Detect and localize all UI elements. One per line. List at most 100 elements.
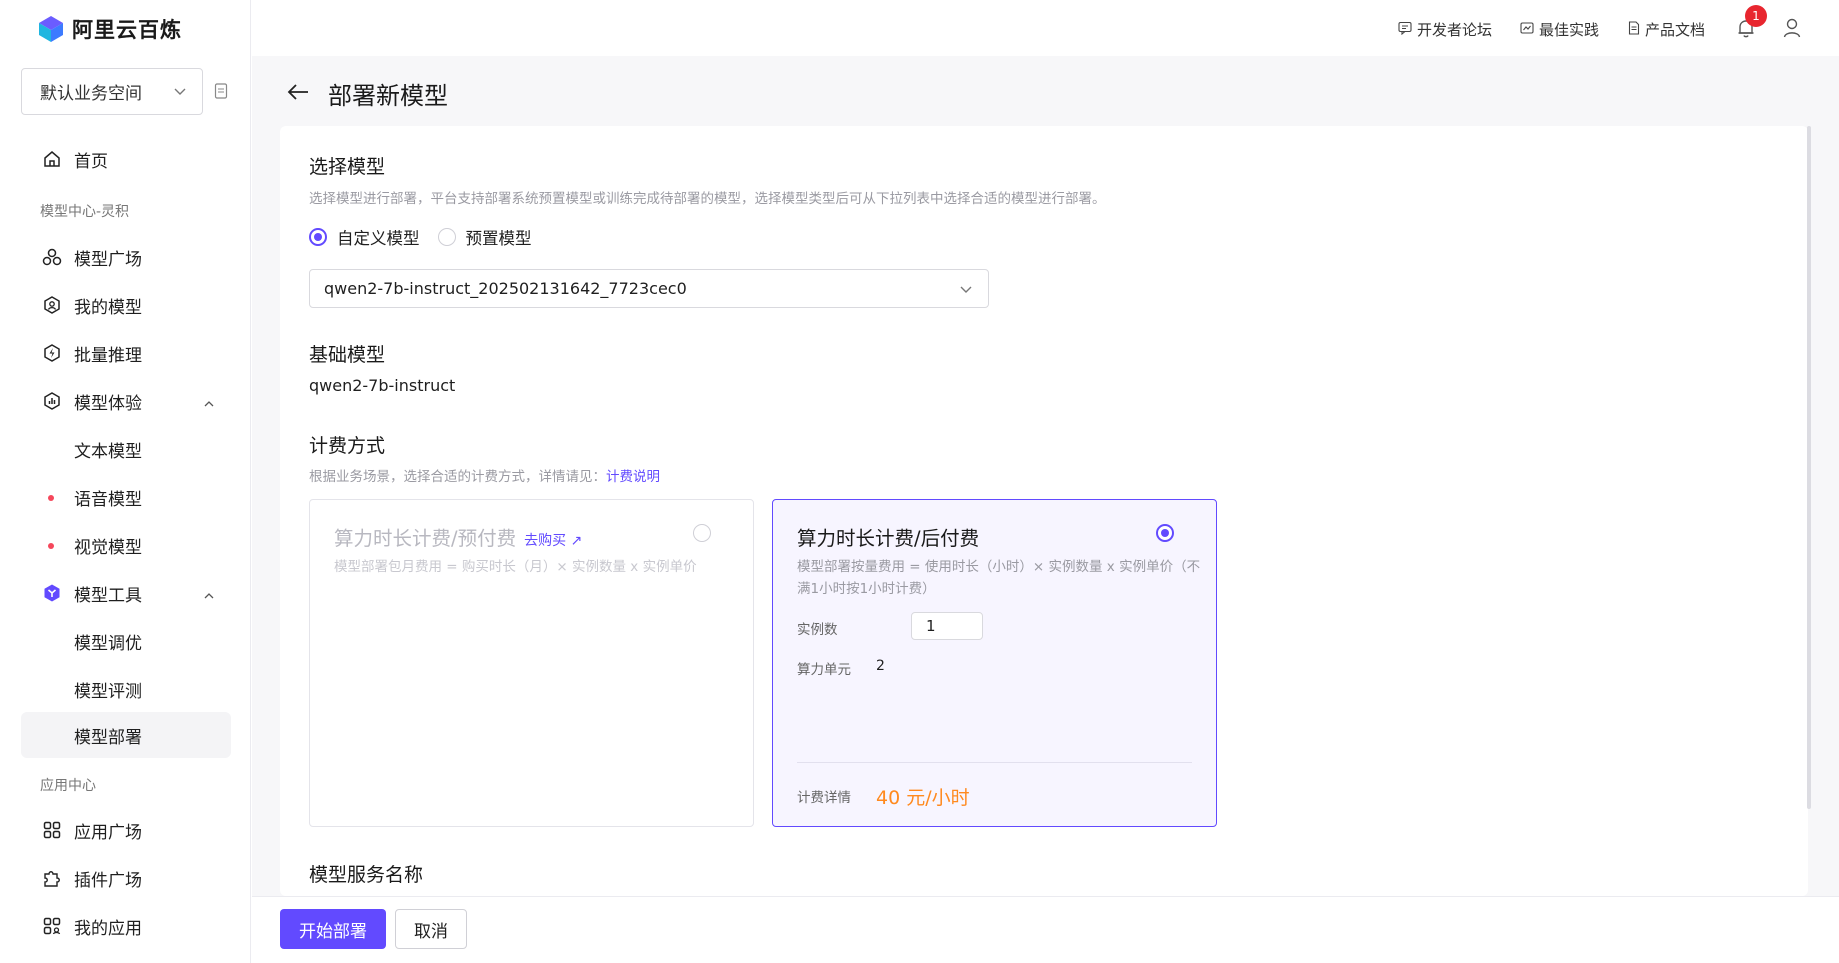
prepaid-formula: 模型部署包月费用 = 购买时长（月）× 实例数量 x 实例单价 xyxy=(334,559,697,575)
billing-docs-link[interactable]: 计费说明 xyxy=(606,469,660,485)
workspace-select[interactable]: 默认业务空间 xyxy=(21,68,203,115)
nav-group-app-center: 应用中心 xyxy=(40,778,96,794)
workspace-label: 默认业务空间 xyxy=(40,84,142,104)
my-apps-icon xyxy=(42,916,62,936)
footer-bar xyxy=(252,896,1839,963)
prepaid-title: 算力时长计费/预付费 xyxy=(334,527,517,550)
radio-label: 自定义模型 xyxy=(337,229,420,248)
sidebar-item-voice-model[interactable]: 语音模型 xyxy=(21,474,231,520)
puzzle-icon xyxy=(42,868,62,888)
postpaid-formula: 模型部署按量费用 = 使用时长（小时）× 实例数量 x 实例单价（不满1小时按1… xyxy=(797,559,1201,597)
postpaid-title: 算力时长计费/后付费 xyxy=(797,527,980,550)
instances-label: 实例数 xyxy=(797,622,838,638)
product-docs-link[interactable]: 产品文档 xyxy=(1628,19,1705,40)
select-model-title: 选择模型 xyxy=(309,156,386,178)
sidebar-item-label: 插件广场 xyxy=(74,870,142,891)
billing-option-prepaid[interactable]: 算力时长计费/预付费 去购买 ↗ 模型部署包月费用 = 购买时长（月）× 实例数量… xyxy=(309,499,754,827)
radio-preset-model[interactable]: 预置模型 xyxy=(437,225,532,249)
prepaid-title-row: 算力时长计费/预付费 去购买 ↗ xyxy=(334,522,582,551)
radio-label: 预置模型 xyxy=(465,229,532,248)
sidebar-item-app-square[interactable]: 应用广场 xyxy=(21,807,231,853)
home-icon xyxy=(42,149,62,169)
back-arrow-icon[interactable] xyxy=(286,82,310,106)
model-tools-icon xyxy=(42,583,62,603)
radio-unchecked xyxy=(437,228,456,246)
sidebar-item-label: 文本模型 xyxy=(74,441,142,462)
best-practice-link[interactable]: 最佳实践 xyxy=(1520,19,1599,40)
chevron-up-icon xyxy=(203,395,215,415)
link-label: 最佳实践 xyxy=(1539,21,1600,39)
sidebar-item-model-square[interactable]: 模型广场 xyxy=(21,234,231,280)
doc-icon xyxy=(1628,20,1640,39)
billing-detail-label: 计费详情 xyxy=(797,790,851,806)
grid-icon xyxy=(42,820,62,840)
sidebar-item-model-evaluation[interactable]: 模型评测 xyxy=(21,666,231,712)
forum-icon xyxy=(1398,21,1412,39)
sidebar-item-my-apps[interactable]: 我的应用 xyxy=(21,903,231,949)
model-type-radio-group: 自定义模型 预置模型 xyxy=(309,225,532,249)
nav-group-model-center: 模型中心-灵积 xyxy=(40,204,130,220)
sidebar-item-label: 批量推理 xyxy=(74,345,142,366)
sidebar-item-model-tools[interactable]: 模型工具 xyxy=(21,570,231,616)
sidebar-item-label: 模型部署 xyxy=(74,727,142,748)
compute-unit-label: 算力单元 xyxy=(797,662,851,678)
sidebar-item-batch-inference[interactable]: 批量推理 xyxy=(21,330,231,376)
app-logo[interactable]: 阿里云百炼 xyxy=(38,14,182,44)
link-label: 产品文档 xyxy=(1645,21,1706,39)
scrollbar[interactable] xyxy=(1807,126,1811,809)
sidebar-item-home[interactable]: 首页 xyxy=(21,136,231,182)
model-select[interactable]: qwen2-7b-instruct_202502131642_7723cec0 xyxy=(309,269,989,308)
radio-custom-model[interactable]: 自定义模型 xyxy=(309,225,420,249)
deploy-button[interactable]: 开始部署 xyxy=(280,909,386,949)
billing-desc-text: 根据业务场景，选择合适的计费方式，详情请见： xyxy=(309,469,606,485)
model-select-value: qwen2-7b-instruct_202502131642_7723cec0 xyxy=(324,279,687,298)
my-models-icon xyxy=(42,295,62,315)
sidebar-item-label: 我的应用 xyxy=(74,918,142,939)
sidebar-item-label: 模型广场 xyxy=(74,249,142,270)
base-model-value: qwen2-7b-instruct xyxy=(309,376,456,395)
sidebar-item-label: 视觉模型 xyxy=(74,537,142,558)
sidebar-item-vision-model[interactable]: 视觉模型 xyxy=(21,522,231,568)
sidebar-item-model-deploy[interactable]: 模型部署 xyxy=(21,712,231,758)
cancel-button[interactable]: 取消 xyxy=(395,909,467,949)
sidebar-item-plugin-square[interactable]: 插件广场 xyxy=(21,855,231,901)
service-name-title: 模型服务名称 xyxy=(309,864,424,886)
page-title: 部署新模型 xyxy=(328,82,448,110)
instances-input[interactable]: 1 xyxy=(911,612,983,640)
notification-badge: 1 xyxy=(1745,5,1767,27)
radio-disabled[interactable] xyxy=(693,524,711,542)
sidebar-item-model-tuning[interactable]: 模型调优 xyxy=(21,618,231,664)
sidebar: 阿里云百炼 默认业务空间 首页 模型中心-灵积 模型广场 我的模型 批量推理 模… xyxy=(0,0,251,963)
price-value: 40 元/小时 xyxy=(876,787,970,809)
sidebar-item-label: 我的模型 xyxy=(74,297,142,318)
radio-checked xyxy=(309,228,327,246)
radio-checked[interactable] xyxy=(1156,524,1174,542)
divider xyxy=(797,762,1192,763)
base-model-title: 基础模型 xyxy=(309,344,386,366)
best-practice-icon xyxy=(1520,21,1534,39)
sidebar-item-label: 首页 xyxy=(74,151,108,172)
app-name: 阿里云百炼 xyxy=(72,18,182,42)
link-label: 开发者论坛 xyxy=(1417,21,1493,39)
compute-unit-value: 2 xyxy=(876,658,885,674)
user-icon[interactable] xyxy=(1782,17,1802,43)
sidebar-item-label: 模型体验 xyxy=(74,393,142,414)
developer-forum-link[interactable]: 开发者论坛 xyxy=(1398,19,1492,40)
bailian-logo-icon xyxy=(38,15,64,43)
buy-link[interactable]: 去购买 ↗ xyxy=(524,533,582,549)
lightning-hexagon-icon xyxy=(42,343,62,363)
sidebar-item-my-models[interactable]: 我的模型 xyxy=(21,282,231,328)
sidebar-item-label: 模型评测 xyxy=(74,681,142,702)
page-header: 部署新模型 xyxy=(286,76,448,111)
chevron-down-icon xyxy=(172,83,188,104)
model-square-icon xyxy=(42,247,62,267)
new-dot-indicator xyxy=(48,495,54,501)
sidebar-item-label: 语音模型 xyxy=(74,489,142,510)
sidebar-item-text-model[interactable]: 文本模型 xyxy=(21,426,231,472)
sidebar-item-label: 模型调优 xyxy=(74,633,142,654)
document-icon[interactable] xyxy=(214,83,229,104)
sidebar-item-label: 模型工具 xyxy=(74,585,142,606)
select-model-desc: 选择模型进行部署，平台支持部署系统预置模型或训练完成待部署的模型，选择模型类型后… xyxy=(309,191,1106,207)
billing-option-postpaid[interactable]: 算力时长计费/后付费 模型部署按量费用 = 使用时长（小时）× 实例数量 x 实… xyxy=(772,499,1217,827)
sidebar-item-model-experience[interactable]: 模型体验 xyxy=(21,378,231,424)
